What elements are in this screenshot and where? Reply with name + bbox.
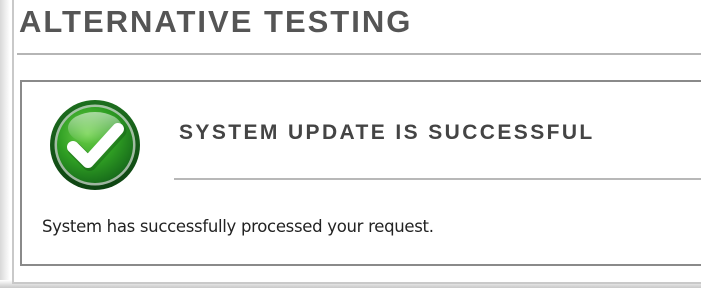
heading-divider [174, 178, 701, 180]
left-shadow [0, 0, 10, 288]
page-container: ALTERNATIVE TESTING SYSTEM UPDATE IS SUC… [12, 0, 701, 284]
status-message: System has successfully processed your r… [42, 217, 434, 236]
title-divider [17, 53, 701, 55]
status-panel: SYSTEM UPDATE IS SUCCESSFUL System has s… [20, 80, 701, 266]
check-circle-icon [50, 100, 140, 190]
status-heading: SYSTEM UPDATE IS SUCCESSFUL [179, 121, 595, 144]
page-title: ALTERNATIVE TESTING [19, 4, 413, 39]
